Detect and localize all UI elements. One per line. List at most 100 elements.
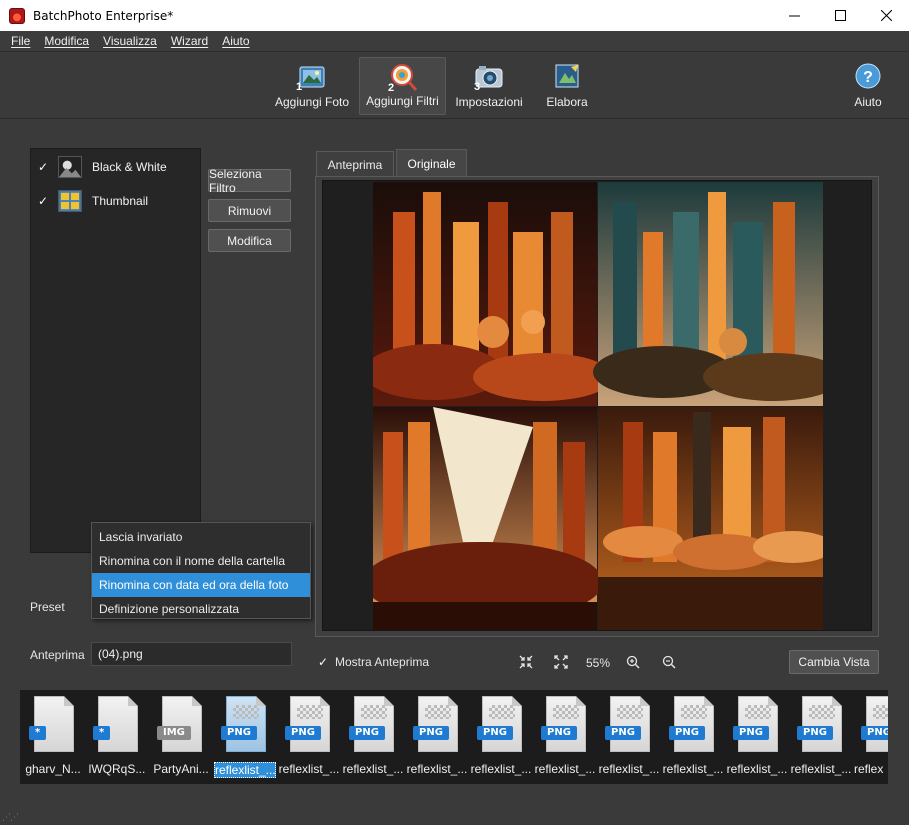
menu-visualizza[interactable]: Visualizza (103, 34, 157, 48)
filter-item[interactable]: ✓ Black & White (31, 154, 200, 180)
thumbnail-item[interactable]: * lWQRqS... (85, 694, 149, 780)
thumbnail-label: reflex (854, 762, 884, 776)
menu-file[interactable]: File (11, 34, 30, 48)
thumbnail-item[interactable]: PNG reflexlist_... (469, 694, 533, 780)
file-type-badge: PNG (285, 726, 321, 740)
thumbnail-label: reflexlist_... (214, 762, 276, 778)
rename-option-date-time[interactable]: Rinomina con data ed ora della foto (92, 573, 310, 597)
fit-to-window-icon[interactable] (518, 654, 534, 670)
change-view-button[interactable]: Cambia Vista (789, 650, 879, 674)
thumbnail-item[interactable]: PNG reflexlist_... (277, 694, 341, 780)
app-icon (9, 7, 25, 24)
minimize-icon (788, 15, 800, 17)
rename-dropdown-list[interactable]: Lascia invariato Rinomina con il nome de… (91, 522, 311, 619)
png-file-icon (610, 696, 650, 752)
close-button[interactable] (863, 0, 909, 31)
remove-button[interactable]: Rimuovi (208, 199, 291, 222)
png-file-icon (418, 696, 458, 752)
step-number: 1 (296, 81, 303, 93)
thumbnail-label: reflexlist_... (278, 762, 340, 776)
minimize-button[interactable] (771, 0, 817, 31)
file-type-badge: IMG (157, 726, 191, 740)
thumbnail-item[interactable]: PNG reflex (853, 694, 888, 780)
show-preview-label: Mostra Anteprima (335, 655, 430, 669)
thumbnail-label: PartyAni... (153, 762, 209, 776)
process-label: Elabora (546, 95, 588, 109)
thumbnail-item[interactable]: PNG reflexlist_... (341, 694, 405, 780)
png-file-icon (674, 696, 714, 752)
thumbnail-item[interactable]: PNG reflexlist_... (661, 694, 725, 780)
file-type-badge: * (93, 726, 111, 740)
add-photos-label: Aggiungi Foto (274, 95, 350, 109)
title-bar: BatchPhoto Enterprise* (0, 0, 909, 31)
filter-checkbox[interactable]: ✓ (36, 194, 50, 208)
settings-label: Impostazioni (455, 95, 523, 109)
menu-wizard[interactable]: Wizard (171, 34, 208, 48)
thumbnail-label: reflexlist_... (470, 762, 532, 776)
thumbnail-label: reflexlist_... (662, 762, 724, 776)
file-type-badge: PNG (861, 726, 888, 740)
menu-aiuto[interactable]: Aiuto (222, 34, 249, 48)
rename-option-folder-name[interactable]: Rinomina con il nome della cartella (92, 549, 310, 573)
preview-label: Anteprima (30, 648, 85, 662)
zoom-in-icon[interactable] (625, 654, 641, 670)
thumbnail-item-selected[interactable]: PNG reflexlist_... (213, 694, 277, 780)
resize-grip-icon[interactable]: ⋰⋰ (2, 812, 19, 823)
process-button[interactable]: Elabora (540, 57, 594, 115)
settings-button[interactable]: 3 Impostazioni (452, 57, 526, 115)
step-number: 3 (474, 81, 481, 93)
show-preview-toggle[interactable]: ✓ Mostra Anteprima (316, 655, 429, 669)
show-preview-checkbox[interactable]: ✓ (316, 655, 330, 669)
file-type-badge: PNG (733, 726, 769, 740)
add-photos-button[interactable]: 1 Aggiungi Foto (272, 57, 352, 115)
thumbnail-item[interactable]: PNG reflexlist_... (597, 694, 661, 780)
edit-button[interactable]: Modifica (208, 229, 291, 252)
select-filter-button[interactable]: Seleziona Filtro (208, 167, 291, 195)
file-icon (98, 696, 138, 752)
maximize-button[interactable] (817, 0, 863, 31)
file-type-badge: PNG (221, 726, 257, 740)
black-white-filter-icon (58, 156, 82, 178)
help-icon: ? (855, 63, 881, 89)
thumbnail-label: reflexlist_... (790, 762, 852, 776)
help-label: Aiuto (854, 95, 882, 109)
preset-label: Preset (30, 600, 65, 614)
thumbnail-item[interactable]: PNG reflexlist_... (405, 694, 469, 780)
filter-list[interactable]: ✓ Black & White ✓ Thumbnail (30, 148, 201, 553)
thumbnail-item[interactable]: PNG reflexlist_... (789, 694, 853, 780)
rename-option-unchanged[interactable]: Lascia invariato (92, 525, 310, 549)
filter-label: Thumbnail (92, 194, 149, 208)
file-type-badge: PNG (541, 726, 577, 740)
thumbnail-label: reflexlist_... (342, 762, 404, 776)
svg-text:?: ? (863, 69, 873, 86)
actual-size-icon[interactable] (553, 654, 569, 670)
file-icon (34, 696, 74, 752)
add-filters-label: Aggiungi Filtri (366, 94, 439, 108)
png-file-icon (802, 696, 842, 752)
main-toolbar: 1 Aggiungi Foto 2 Aggiungi Filtri 3 Impo… (0, 53, 909, 119)
preview-name-field[interactable]: (04).png (91, 642, 292, 666)
thumbnail-label: reflexlist_... (406, 762, 468, 776)
image-file-icon (162, 696, 202, 752)
process-icon (555, 64, 579, 88)
filter-checkbox[interactable]: ✓ (36, 160, 50, 174)
thumbnail-item[interactable]: * gharv_N... (21, 694, 85, 780)
thumbnail-item[interactable]: IMG PartyAni... (149, 694, 213, 780)
help-button[interactable]: ? Aiuto (844, 57, 892, 115)
rename-option-custom[interactable]: Definizione personalizzata (92, 597, 310, 621)
thumbnail-label: reflexlist_... (534, 762, 596, 776)
window-title: BatchPhoto Enterprise* (33, 8, 174, 23)
tab-original[interactable]: Originale (396, 149, 467, 177)
zoom-out-icon[interactable] (661, 654, 677, 670)
step-number: 2 (388, 82, 395, 94)
add-filters-button[interactable]: 2 Aggiungi Filtri (359, 57, 446, 115)
thumbnail-item[interactable]: PNG reflexlist_... (725, 694, 789, 780)
preview-image (373, 182, 823, 630)
filter-item[interactable]: ✓ Thumbnail (31, 188, 200, 214)
menu-modifica[interactable]: Modifica (44, 34, 89, 48)
thumbnail-strip[interactable]: * gharv_N... * lWQRqS... IMG PartyAni...… (20, 690, 888, 784)
file-type-badge: PNG (349, 726, 385, 740)
thumbnail-item[interactable]: PNG reflexlist_... (533, 694, 597, 780)
file-type-badge: PNG (605, 726, 641, 740)
tab-preview[interactable]: Anteprima (316, 151, 394, 177)
